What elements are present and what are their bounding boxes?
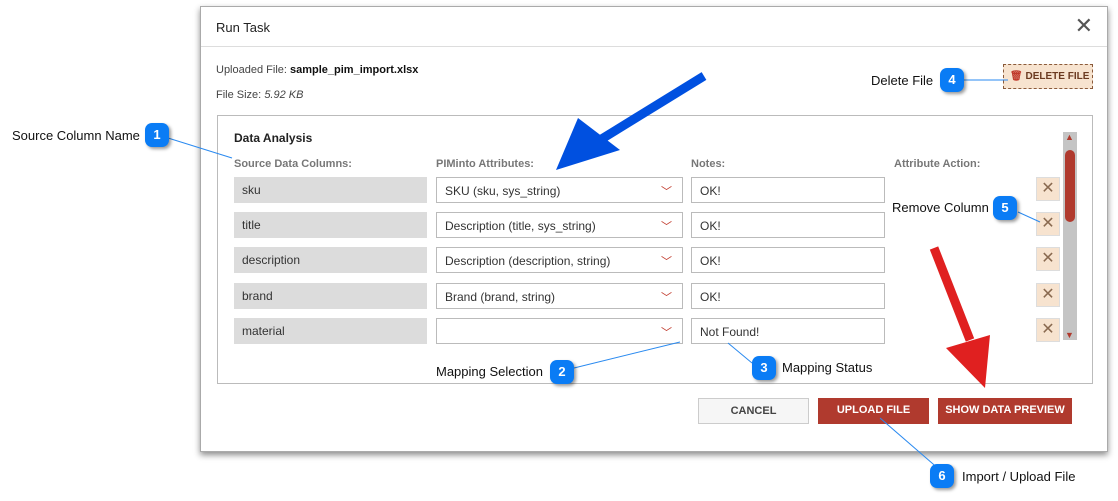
callout-label-6: Import / Upload File [962, 469, 1076, 484]
blue-arrow [556, 72, 707, 170]
callout-label-2: Mapping Selection [436, 364, 543, 379]
red-arrow [929, 246, 990, 388]
callout-badge-3: 3 [752, 356, 776, 380]
leader-1 [167, 137, 233, 159]
callout-badge-2: 2 [550, 360, 574, 384]
leader-6 [879, 417, 941, 471]
callout-label-5: Remove Column [892, 200, 989, 215]
callout-label-1: Source Column Name [12, 128, 140, 143]
callout-badge-6: 6 [930, 464, 954, 488]
callout-badge-5: 5 [993, 196, 1017, 220]
leader-2 [573, 341, 681, 369]
callout-badge-1: 1 [145, 123, 169, 147]
callout-label-4: Delete File [871, 73, 934, 88]
leader-3 [727, 342, 753, 364]
leader-5 [1017, 211, 1041, 223]
callout-badge-4: 4 [940, 68, 964, 92]
callout-label-3: Mapping Status [782, 360, 873, 375]
